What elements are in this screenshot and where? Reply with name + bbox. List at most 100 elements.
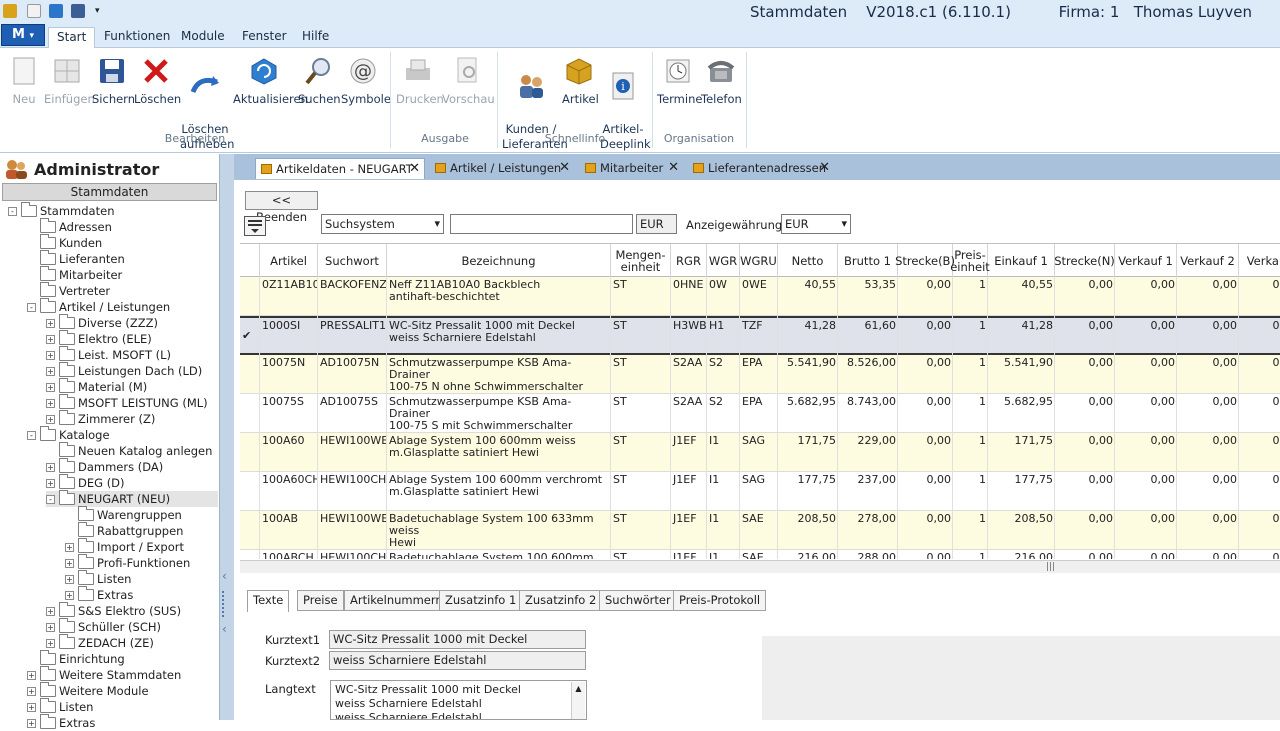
tree-item[interactable]: + Zimmerer (Z) xyxy=(46,410,218,427)
table-cell[interactable]: J1EF xyxy=(671,513,707,547)
delete-button[interactable]: Löschen xyxy=(134,54,181,107)
tab-artikel-leistungen[interactable]: Artikel / Leistungen ✕ xyxy=(430,158,574,179)
layout-menu-button[interactable] xyxy=(244,216,266,236)
insert-button[interactable]: Einfügen xyxy=(44,54,95,107)
table-cell[interactable]: 0,00 xyxy=(1115,357,1177,391)
tree-item[interactable]: + DEG (D) xyxy=(46,474,218,491)
tree-item[interactable]: + Listen xyxy=(65,570,218,587)
table-cell[interactable]: 177,75 xyxy=(778,474,838,508)
expand-icon[interactable]: + xyxy=(65,542,74,552)
table-cell[interactable]: 40,55 xyxy=(778,279,838,313)
table-cell[interactable]: 1 xyxy=(953,552,988,559)
panel-splitter[interactable]: ‹ ‹ xyxy=(220,154,234,720)
tab-preis-protokoll[interactable]: Preis-Protokoll xyxy=(673,590,767,611)
table-cell[interactable]: 0,00 xyxy=(1055,357,1115,391)
table-cell[interactable]: 0,00 xyxy=(898,552,953,559)
column-header[interactable]: Mengen- einheit xyxy=(611,244,671,277)
tree-item[interactable]: + S&S Elektro (SUS) xyxy=(46,602,218,619)
display-currency-select[interactable]: EUR xyxy=(781,214,851,234)
tree-item[interactable]: - NEUGART (NEU) xyxy=(46,490,218,507)
expand-icon[interactable]: + xyxy=(46,334,55,344)
table-cell[interactable]: 41,28 xyxy=(778,320,838,354)
expand-icon[interactable]: + xyxy=(46,366,55,376)
close-icon[interactable]: ✕ xyxy=(668,158,679,178)
close-icon[interactable]: ✕ xyxy=(409,159,420,179)
tree-item[interactable]: Warengruppen xyxy=(65,506,218,523)
table-cell[interactable]: Schmutzwasserpumpe KSB Ama-Drainer 100-7… xyxy=(387,357,611,391)
table-cell[interactable]: 0HNE xyxy=(671,279,707,313)
column-header[interactable]: Einkauf 1 xyxy=(988,244,1055,277)
column-header[interactable]: Verkauf 2 xyxy=(1177,244,1239,277)
expand-icon[interactable]: + xyxy=(27,670,36,680)
tree-item[interactable]: + Leist. MSOFT (L) xyxy=(46,346,218,363)
table-cell[interactable]: 0,00 xyxy=(898,320,953,354)
table-cell[interactable]: 0W xyxy=(707,279,740,313)
table-cell[interactable]: I1 xyxy=(707,513,740,547)
search-button[interactable]: Suchen xyxy=(298,54,341,107)
table-cell[interactable]: Schmutzwasserpumpe KSB Ama-Drainer 100-7… xyxy=(387,396,611,430)
tree-item[interactable]: + Import / Export xyxy=(65,538,218,555)
table-cell[interactable]: 1 xyxy=(953,513,988,547)
table-cell[interactable]: 208,50 xyxy=(778,513,838,547)
collapse-icon[interactable]: - xyxy=(27,430,36,440)
table-cell[interactable]: 0,00 xyxy=(1177,357,1239,391)
table-cell[interactable]: 278,00 xyxy=(838,513,898,547)
tree-item[interactable]: + Elektro (ELE) xyxy=(46,330,218,347)
table-cell[interactable]: 0,00 xyxy=(1115,396,1177,430)
expand-icon[interactable]: + xyxy=(27,702,36,712)
search-system-select[interactable]: Suchsystem xyxy=(321,214,444,234)
table-cell[interactable]: 0,00 xyxy=(1115,513,1177,547)
table-cell[interactable]: 0,00 xyxy=(1177,552,1239,559)
tab-mitarbeiter[interactable]: Mitarbeiter ✕ xyxy=(580,158,683,179)
table-cell[interactable]: 0,00 xyxy=(1177,513,1239,547)
new-document-icon[interactable] xyxy=(27,4,41,18)
row-selector-header[interactable] xyxy=(240,244,260,277)
scroll-up-icon[interactable]: ▲ xyxy=(575,684,581,693)
table-cell[interactable]: 5.682,95 xyxy=(778,396,838,430)
table-cell[interactable]: WC-Sitz Pressalit 1000 mit Deckel weiss … xyxy=(387,320,611,354)
table-cell[interactable]: 0,00 xyxy=(1177,474,1239,508)
table-cell[interactable]: ST xyxy=(611,513,671,547)
table-cell[interactable]: J1EF xyxy=(671,435,707,469)
table-cell[interactable]: 100ABCH xyxy=(260,552,318,559)
tree-item[interactable]: + Listen xyxy=(27,698,218,715)
collapse-icon[interactable]: - xyxy=(46,494,55,504)
expand-icon[interactable]: + xyxy=(46,622,55,632)
table-cell[interactable]: 0,00 xyxy=(1177,396,1239,430)
table-cell[interactable]: I1 xyxy=(707,474,740,508)
tree-item[interactable]: Adressen xyxy=(27,218,218,235)
column-header[interactable]: Verkauf 1 xyxy=(1115,244,1177,277)
table-cell[interactable]: ST xyxy=(611,396,671,430)
table-cell[interactable]: 5.541,90 xyxy=(778,357,838,391)
tree-item[interactable]: Mitarbeiter xyxy=(27,266,218,283)
table-row[interactable]: 100ABHEWI100WEISBadetuchablage System 10… xyxy=(240,511,1280,550)
table-cell[interactable]: ST xyxy=(611,474,671,508)
tree-item[interactable]: Neuen Katalog anlegen xyxy=(46,442,218,459)
table-cell[interactable]: PRESSALIT1000 xyxy=(318,320,387,354)
table-cell[interactable]: ST xyxy=(611,279,671,313)
tab-lieferantenadressen[interactable]: Lieferantenadressen ✕ xyxy=(688,158,834,179)
table-cell[interactable]: 10075S xyxy=(260,396,318,430)
column-header[interactable]: Netto xyxy=(778,244,838,277)
table-row[interactable]: ✔1000SIPRESSALIT1000WC-Sitz Pressalit 10… xyxy=(240,316,1280,355)
table-row[interactable]: 0Z11AB10A0BACKOFENZUBNeff Z11AB10A0 Back… xyxy=(240,277,1280,316)
tree-item[interactable]: + MSOFT LEISTUNG (ML) xyxy=(46,394,218,411)
table-cell[interactable]: 0,00 xyxy=(898,396,953,430)
quick-access-menu-icon[interactable]: ▾ xyxy=(95,4,105,18)
column-header[interactable]: WGRU xyxy=(740,244,778,277)
expand-icon[interactable]: + xyxy=(46,462,55,472)
table-cell[interactable]: 1 xyxy=(953,279,988,313)
table-cell[interactable]: BACKOFENZUB xyxy=(318,279,387,313)
scroll-grip[interactable]: ||| xyxy=(1046,562,1055,572)
table-cell[interactable]: Ablage System 100 600mm verchromt m.Glas… xyxy=(387,474,611,508)
table-cell[interactable]: 41,28 xyxy=(988,320,1055,354)
table-cell[interactable]: HEWI100WEIS xyxy=(318,435,387,469)
table-cell[interactable]: ST xyxy=(611,357,671,391)
expand-icon[interactable]: + xyxy=(65,590,74,600)
expand-icon[interactable]: + xyxy=(46,478,55,488)
table-cell[interactable]: S2 xyxy=(707,396,740,430)
table-cell[interactable]: 0Z11AB10A0 xyxy=(260,279,318,313)
expand-icon[interactable]: + xyxy=(46,398,55,408)
langtext-area[interactable]: WC-Sitz Pressalit 1000 mit Deckel weiss … xyxy=(330,680,587,720)
table-cell[interactable]: 0,00 xyxy=(1177,279,1239,313)
